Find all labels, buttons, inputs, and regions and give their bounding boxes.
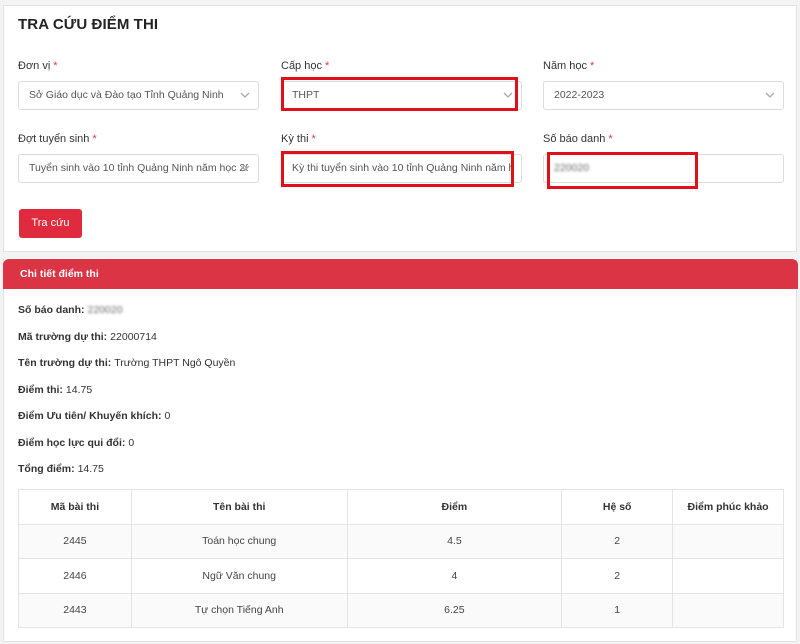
- info-tong-diem: Tổng điểm: 14.75: [18, 463, 104, 475]
- info-value: 14.75: [77, 463, 104, 475]
- info-key: Số báo danh:: [18, 304, 85, 316]
- cell-diem: 4.5: [346, 523, 563, 559]
- cell-diem-phuc-khao: [672, 523, 784, 559]
- chevron-down-icon: [240, 92, 250, 98]
- so-bao-danh-input[interactable]: 220020: [543, 154, 784, 183]
- table-header-row: Mã bài thi Tên bài thi Điểm Hệ số Điểm p…: [18, 489, 784, 525]
- info-diem-hoc-luc: Điểm học lực qui đổi: 0: [18, 437, 134, 449]
- info-ma-truong: Mã trường dự thi: 22000714: [18, 331, 157, 343]
- dot-tuyen-sinh-label: Đợt tuyển sinh *: [18, 133, 97, 145]
- cell-ten-bai-thi: Tự chọn Tiếng Anh: [130, 592, 348, 628]
- so-bao-danh-label: Số báo danh *: [543, 133, 613, 145]
- info-so-bao-danh: Số báo danh: 220020: [18, 304, 123, 316]
- so-bao-danh-label-text: Số báo danh: [543, 133, 606, 145]
- info-value: Trường THPT Ngô Quyền: [114, 357, 236, 369]
- cell-ma-bai-thi: 2445: [18, 523, 132, 559]
- required-mark: *: [590, 60, 595, 72]
- don-vi-label: Đơn vị *: [18, 60, 58, 72]
- col-header-he-so: Hệ số: [561, 489, 674, 525]
- info-value: 14.75: [65, 384, 93, 396]
- info-key: Điểm thi:: [18, 384, 63, 396]
- nam-hoc-select[interactable]: 2022-2023: [543, 81, 784, 110]
- cell-ten-bai-thi: Ngữ Văn chung: [130, 558, 348, 594]
- cell-diem: 6.25: [346, 592, 563, 628]
- cap-hoc-select[interactable]: THPT: [281, 81, 522, 110]
- col-header-ten-bai-thi: Tên bài thi: [130, 489, 348, 525]
- nam-hoc-label: Năm học *: [543, 60, 594, 72]
- info-key: Mã trường dự thi:: [18, 331, 108, 343]
- ky-thi-label-text: Kỳ thi: [281, 133, 309, 145]
- cell-diem-phuc-khao: [672, 558, 784, 594]
- search-button[interactable]: Tra cứu: [19, 209, 82, 238]
- page-title: TRA CỨU ĐIỂM THI: [18, 16, 159, 33]
- cell-diem-phuc-khao: [672, 592, 784, 628]
- table-row: 2445 Toán học chung 4.5 2: [18, 523, 784, 559]
- required-mark: *: [608, 133, 613, 145]
- col-header-ma-bai-thi: Mã bài thi: [18, 489, 132, 525]
- dot-tuyen-sinh-select[interactable]: Tuyển sinh vào 10 tỉnh Quảng Ninh năm họ…: [18, 154, 259, 183]
- search-card: TRA CỨU ĐIỂM THI Đơn vị * Cấp học * Năm họ…: [3, 5, 797, 252]
- info-value: 0: [128, 437, 135, 449]
- info-key: Tổng điểm:: [18, 463, 75, 475]
- chevron-down-icon: [765, 92, 775, 98]
- info-key: Điểm Ưu tiên/ Khuyến khích:: [18, 410, 162, 422]
- table-row: 2446 Ngữ Văn chung 4 2: [18, 558, 784, 594]
- required-mark: *: [92, 133, 97, 145]
- info-value: 22000714: [110, 331, 157, 343]
- detail-title: Chi tiết điểm thi: [20, 268, 99, 280]
- info-diem-uu-tien: Điểm Ưu tiên/ Khuyến khích: 0: [18, 410, 170, 422]
- chevron-down-icon: [240, 165, 250, 171]
- dot-tuyen-sinh-label-text: Đợt tuyển sinh: [18, 133, 90, 145]
- scores-table: Mã bài thi Tên bài thi Điểm Hệ số Điểm p…: [18, 489, 784, 628]
- don-vi-value: Sở Giáo dục và Đào tạo Tỉnh Quảng Ninh: [29, 89, 224, 101]
- required-mark: *: [324, 60, 330, 72]
- so-bao-danh-value: 220020: [554, 162, 590, 174]
- cell-ma-bai-thi: 2446: [18, 558, 132, 594]
- info-key: Điểm học lực qui đổi:: [18, 437, 126, 449]
- info-value: 0: [164, 410, 171, 422]
- cap-hoc-value: THPT: [292, 89, 320, 101]
- required-mark: *: [311, 133, 316, 145]
- detail-header: Chi tiết điểm thi: [3, 259, 798, 289]
- cap-hoc-label: Cấp học *: [281, 60, 329, 72]
- dot-tuyen-sinh-value: Tuyển sinh vào 10 tỉnh Quảng Ninh năm họ…: [29, 162, 248, 174]
- info-value: 220020: [87, 304, 123, 316]
- ky-thi-select[interactable]: Kỳ thi tuyển sinh vào 10 tỉnh Quảng Ninh…: [281, 154, 522, 183]
- info-diem-thi: Điểm thi: 14.75: [18, 384, 92, 396]
- chevron-down-icon: [503, 92, 513, 98]
- don-vi-label-text: Đơn vị: [18, 60, 51, 72]
- don-vi-select[interactable]: Sở Giáo dục và Đào tạo Tỉnh Quảng Ninh: [18, 81, 259, 110]
- ky-thi-label: Kỳ thi *: [281, 133, 316, 145]
- table-row: 2443 Tự chọn Tiếng Anh 6.25 1: [18, 592, 784, 628]
- cell-he-so: 1: [561, 592, 674, 628]
- col-header-diem-phuc-khao: Điểm phúc khảo: [672, 489, 784, 525]
- cell-he-so: 2: [561, 558, 674, 594]
- ky-thi-value: Kỳ thi tuyển sinh vào 10 tỉnh Quảng Ninh…: [292, 162, 511, 174]
- col-header-diem: Điểm: [346, 489, 563, 525]
- nam-hoc-value: 2022-2023: [554, 89, 605, 101]
- info-ten-truong: Tên trường dự thi: Trường THPT Ngô Quyền: [18, 357, 235, 369]
- cell-ma-bai-thi: 2443: [18, 592, 132, 628]
- cell-diem: 4: [346, 558, 563, 594]
- nam-hoc-label-text: Năm học: [543, 60, 588, 72]
- info-key: Tên trường dự thi:: [18, 357, 112, 369]
- cell-he-so: 2: [561, 523, 674, 559]
- required-mark: *: [53, 60, 58, 72]
- cell-ten-bai-thi: Toán học chung: [130, 523, 348, 559]
- cap-hoc-label-text: Cấp học: [281, 60, 322, 72]
